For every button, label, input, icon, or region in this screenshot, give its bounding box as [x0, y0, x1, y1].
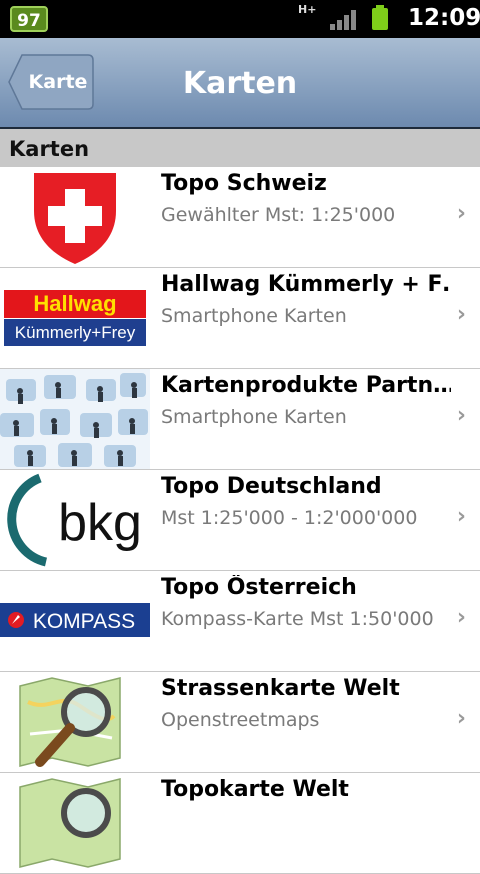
- hallwag-logo-text: Hallwag: [33, 291, 116, 316]
- navigation-bar: Karte Karten: [0, 38, 480, 129]
- list-item[interactable]: KOMPASS Topo Österreich Kompass-Karte Ms…: [0, 571, 480, 672]
- chevron-right-icon: ›: [456, 605, 466, 630]
- item-title: Topo Deutschland: [161, 474, 382, 499]
- section-header: Karten: [0, 129, 480, 167]
- chevron-right-icon: ›: [456, 302, 466, 327]
- status-bar: 97 H+ 12:09: [0, 0, 480, 38]
- chevron-right-icon: ›: [456, 403, 466, 428]
- item-subtitle: Smartphone Karten: [161, 406, 347, 428]
- bkg-logo: bkg: [0, 470, 150, 570]
- chevron-right-icon: ›: [456, 504, 466, 529]
- item-title: Kartenprodukte Partn…: [161, 373, 451, 398]
- kummerly-logo-text: Kümmerly+Frey: [15, 323, 136, 342]
- list-item[interactable]: bkg Topo Deutschland Mst 1:25'000 - 1:2'…: [0, 470, 480, 571]
- kompass-logo: KOMPASS: [0, 571, 150, 671]
- signal-strength-icon: [330, 10, 356, 30]
- item-title: Topokarte Welt: [161, 777, 349, 802]
- list-item[interactable]: Topokarte Welt: [0, 773, 480, 874]
- item-title: Topo Österreich: [161, 575, 357, 600]
- list-item[interactable]: Kartenprodukte Partn… Smartphone Karten …: [0, 369, 480, 470]
- partner-network-image: [0, 369, 150, 469]
- item-subtitle: Smartphone Karten: [161, 305, 347, 327]
- item-title: Topo Schweiz: [161, 171, 327, 196]
- list-item[interactable]: Topo Schweiz Gewählter Mst: 1:25'000 ›: [0, 167, 480, 268]
- page-title: Karten: [182, 66, 298, 101]
- swiss-shield-logo: [0, 167, 150, 267]
- item-subtitle: Openstreetmaps: [161, 709, 320, 731]
- status-time: 12:09: [408, 5, 480, 31]
- back-button-label: Karte: [28, 71, 88, 93]
- item-subtitle: Kompass-Karte Mst 1:50'000: [161, 608, 434, 630]
- chevron-right-icon: ›: [456, 706, 466, 731]
- battery-icon: [372, 5, 388, 30]
- back-button[interactable]: Karte: [8, 54, 94, 110]
- item-title: Strassenkarte Welt: [161, 676, 400, 701]
- battery-percent-badge: 97: [10, 6, 48, 32]
- section-header-label: Karten: [9, 137, 90, 161]
- network-type-icon: H+: [298, 3, 317, 16]
- item-title: Hallwag Kümmerly + F…: [161, 272, 451, 297]
- map-list: Topo Schweiz Gewählter Mst: 1:25'000 › H…: [0, 167, 480, 874]
- kompass-logo-text: KOMPASS: [33, 610, 135, 633]
- osm-magnifier-logo: [0, 773, 150, 873]
- bkg-logo-text: bkg: [58, 494, 142, 552]
- item-subtitle: Gewählter Mst: 1:25'000: [161, 204, 396, 226]
- chevron-right-icon: ›: [456, 201, 466, 226]
- osm-magnifier-logo: [0, 672, 150, 772]
- list-item[interactable]: Hallwag Kümmerly+Frey Hallwag Kümmerly +…: [0, 268, 480, 369]
- item-subtitle: Mst 1:25'000 - 1:2'000'000: [161, 507, 418, 529]
- list-item[interactable]: Strassenkarte Welt Openstreetmaps ›: [0, 672, 480, 773]
- hallwag-logo: Hallwag Kümmerly+Frey: [0, 268, 150, 368]
